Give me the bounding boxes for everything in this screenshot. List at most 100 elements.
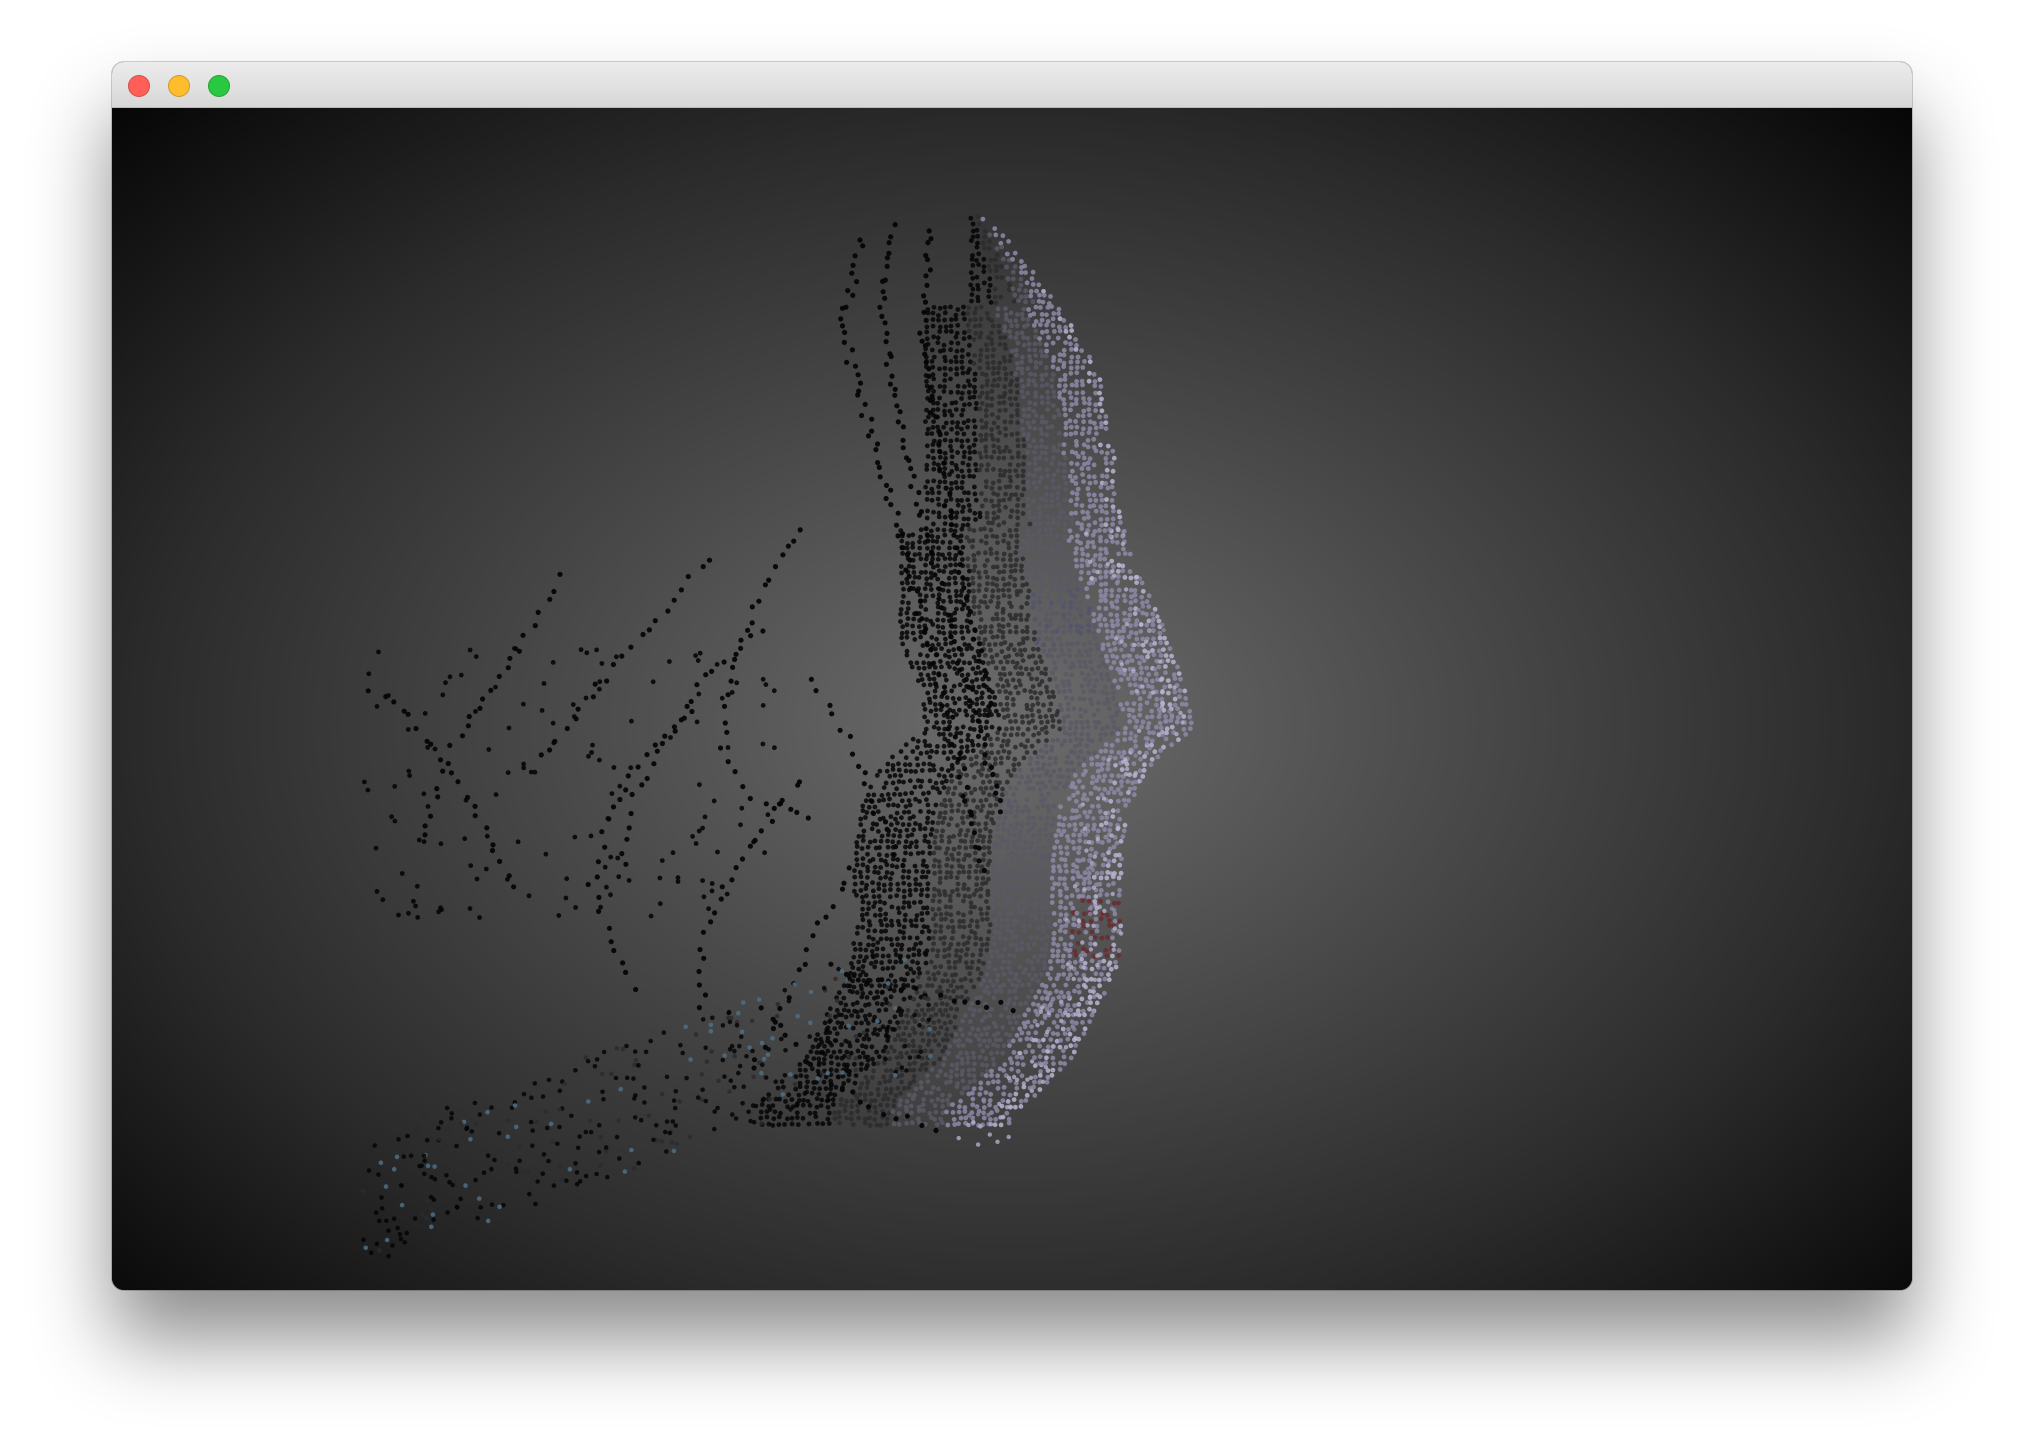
point-cloud-dot bbox=[1003, 491, 1008, 497]
point-cloud-dot bbox=[993, 300, 999, 306]
point-cloud-dot bbox=[980, 766, 985, 772]
point-cloud-dot bbox=[1061, 972, 1067, 977]
point-cloud-dot bbox=[997, 689, 1002, 694]
point-cloud-viewport[interactable] bbox=[112, 108, 1912, 1290]
point-cloud-dot bbox=[1050, 575, 1056, 581]
point-cloud-dot bbox=[1051, 1061, 1056, 1067]
point-cloud-dot bbox=[749, 620, 755, 626]
point-cloud-dot bbox=[592, 681, 598, 687]
point-cloud-dot bbox=[1112, 640, 1117, 646]
point-cloud-dot bbox=[1056, 828, 1062, 834]
point-cloud-dot bbox=[858, 888, 864, 893]
point-cloud-dot bbox=[1038, 322, 1043, 328]
point-cloud-dot bbox=[946, 822, 952, 827]
minimize-window-button[interactable] bbox=[168, 75, 190, 97]
point-cloud-dot bbox=[1064, 851, 1070, 856]
point-cloud-dot bbox=[1008, 773, 1014, 778]
point-cloud-dot bbox=[995, 425, 1001, 430]
point-cloud-dot bbox=[1038, 748, 1044, 753]
point-cloud-dot bbox=[923, 569, 928, 575]
point-cloud-dot bbox=[954, 985, 960, 990]
zoom-window-button[interactable] bbox=[208, 75, 230, 97]
point-cloud-dot bbox=[1012, 798, 1018, 804]
point-cloud-dot bbox=[974, 696, 980, 702]
point-cloud-dot bbox=[866, 792, 871, 798]
point-cloud-dot bbox=[972, 850, 978, 856]
point-cloud-dot bbox=[967, 698, 973, 704]
point-cloud-dot bbox=[900, 641, 906, 647]
point-cloud-dot bbox=[957, 1104, 962, 1110]
point-cloud-dot bbox=[1040, 754, 1045, 760]
point-cloud-dot bbox=[1092, 383, 1098, 389]
point-cloud-dot bbox=[1051, 936, 1057, 942]
point-cloud-dot bbox=[918, 751, 924, 756]
point-cloud-dot bbox=[916, 624, 922, 630]
point-cloud-dot bbox=[994, 583, 1000, 588]
point-cloud-dot bbox=[1031, 378, 1036, 384]
point-cloud-dot bbox=[1126, 634, 1132, 640]
point-cloud-dot bbox=[1039, 377, 1045, 382]
point-cloud-dot bbox=[965, 418, 971, 424]
point-cloud-dot bbox=[850, 1122, 856, 1127]
point-cloud-dot bbox=[896, 1111, 902, 1116]
point-cloud-dot bbox=[936, 970, 941, 976]
point-cloud-dot bbox=[953, 588, 959, 594]
point-cloud-dot bbox=[918, 1085, 924, 1091]
point-cloud-dot bbox=[925, 479, 930, 484]
point-cloud-dot bbox=[866, 804, 872, 810]
point-cloud-dot bbox=[1086, 653, 1091, 658]
point-cloud-dot bbox=[906, 1092, 912, 1098]
point-cloud-dot bbox=[1032, 401, 1038, 407]
point-cloud-dot bbox=[825, 1104, 831, 1110]
point-cloud-dot bbox=[910, 1038, 916, 1044]
point-cloud-dot bbox=[793, 1086, 799, 1092]
point-cloud-dot bbox=[967, 334, 972, 340]
point-cloud-dot bbox=[958, 533, 964, 539]
point-cloud-dot bbox=[1158, 653, 1164, 658]
point-cloud-dot bbox=[923, 1066, 929, 1072]
point-cloud-dot bbox=[1055, 958, 1061, 964]
point-cloud-dot bbox=[1105, 443, 1111, 449]
point-cloud-dot bbox=[1066, 647, 1072, 653]
point-cloud-dot bbox=[1091, 462, 1097, 468]
point-cloud-dot bbox=[1003, 376, 1009, 382]
point-cloud-dot bbox=[1038, 360, 1043, 366]
point-cloud-dot bbox=[1066, 838, 1071, 843]
point-cloud-dot bbox=[856, 966, 862, 972]
point-cloud-dot bbox=[602, 844, 608, 850]
point-cloud-dot bbox=[1037, 1087, 1043, 1092]
point-cloud-dot bbox=[1005, 1001, 1011, 1006]
point-cloud-dot bbox=[924, 905, 930, 911]
point-cloud-dot bbox=[983, 785, 989, 791]
point-cloud-dot bbox=[1043, 714, 1049, 719]
point-cloud-dot bbox=[967, 608, 973, 615]
title-bar[interactable] bbox=[112, 62, 1912, 108]
point-cloud-dot bbox=[1028, 293, 1034, 299]
point-cloud-dot bbox=[983, 1073, 989, 1079]
point-cloud-dot bbox=[1088, 1000, 1093, 1006]
point-cloud-dot bbox=[919, 929, 925, 935]
point-cloud-dot bbox=[821, 1056, 827, 1062]
point-cloud-dot bbox=[1097, 390, 1102, 396]
point-cloud-dot bbox=[945, 612, 952, 618]
point-cloud-dot bbox=[972, 377, 978, 383]
point-cloud-dot bbox=[948, 496, 954, 502]
point-cloud-dot bbox=[946, 946, 952, 951]
point-cloud-dot bbox=[1039, 1020, 1045, 1026]
point-cloud-dot bbox=[981, 978, 987, 983]
point-cloud-dot bbox=[1014, 352, 1019, 358]
point-cloud-dot bbox=[954, 1007, 960, 1012]
point-cloud-dot bbox=[993, 988, 999, 994]
point-cloud-dot bbox=[936, 772, 942, 778]
point-cloud-dot bbox=[997, 912, 1002, 917]
face-point-cloud[interactable] bbox=[112, 108, 1912, 1290]
point-cloud-dot bbox=[911, 570, 917, 575]
close-window-button[interactable] bbox=[128, 75, 150, 97]
point-cloud-dot bbox=[974, 401, 979, 406]
point-cloud-dot bbox=[943, 328, 949, 334]
point-cloud-dot bbox=[1062, 377, 1068, 382]
point-cloud-dot bbox=[982, 624, 988, 630]
point-cloud-dot bbox=[863, 798, 869, 804]
point-cloud-dot bbox=[703, 672, 709, 678]
point-cloud-dot bbox=[936, 441, 942, 447]
